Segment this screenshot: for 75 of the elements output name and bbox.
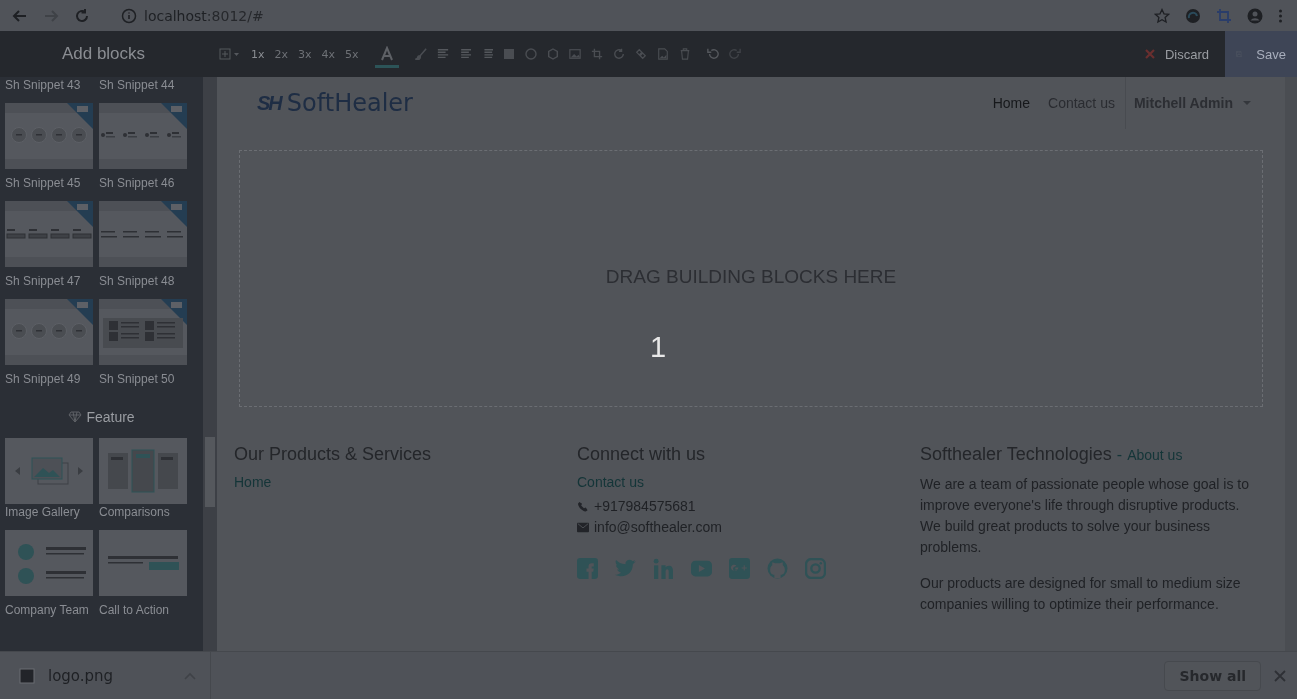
snippet-label: Image Gallery: [5, 505, 81, 519]
separator: -: [1116, 446, 1123, 464]
redo-icon[interactable]: [728, 48, 741, 60]
feature-thumbnail[interactable]: [5, 530, 93, 596]
grid-dropdown-icon[interactable]: [219, 48, 241, 60]
snippet-thumbnail[interactable]: [99, 103, 187, 169]
google-plus-icon[interactable]: [729, 558, 750, 579]
snippet-thumbnail[interactable]: [5, 201, 93, 267]
snippet-label: Sh Snippet 50: [99, 372, 176, 386]
extension-icon[interactable]: [1185, 7, 1201, 24]
close-icon[interactable]: [1274, 669, 1286, 682]
info-icon[interactable]: [121, 7, 137, 24]
envelope-icon: [577, 522, 589, 533]
snippet-label: Company Team: [5, 603, 90, 617]
size-button[interactable]: 2x: [274, 47, 289, 61]
instagram-icon[interactable]: [805, 558, 826, 579]
scrollbar[interactable]: [203, 77, 217, 651]
save-button[interactable]: Save: [1225, 31, 1297, 77]
phone-icon: [577, 501, 589, 512]
snippet-label: Sh Snippet 48: [99, 274, 176, 288]
footer-link[interactable]: Home: [234, 474, 577, 490]
account-icon[interactable]: [1247, 7, 1263, 24]
size-button[interactable]: 3x: [298, 47, 312, 61]
snippet-thumbnail[interactable]: [99, 201, 187, 267]
overlay-number: 1: [650, 331, 667, 364]
snippet-label: Sh Snippet 44: [99, 78, 176, 92]
feature-thumbnail[interactable]: [99, 530, 187, 596]
snippet-thumbnail[interactable]: [5, 103, 93, 169]
feature-thumbnail[interactable]: [5, 438, 93, 504]
feature-thumbnail[interactable]: [99, 438, 187, 504]
image-icon[interactable]: [656, 48, 669, 60]
footer-link[interactable]: About us: [1127, 447, 1183, 463]
linkedin-icon[interactable]: [653, 558, 674, 579]
undo-icon[interactable]: [706, 48, 719, 60]
snippet-thumbnail[interactable]: [5, 299, 93, 365]
snippet-label: Comparisons: [99, 505, 171, 519]
size-button[interactable]: 4x: [321, 47, 336, 61]
size-button[interactable]: 1x: [251, 47, 265, 61]
youtube-icon[interactable]: [691, 558, 712, 579]
menu-icon[interactable]: [1278, 7, 1283, 24]
brush-icon[interactable]: [414, 48, 427, 60]
diamond-icon: [68, 411, 83, 423]
back-icon[interactable]: [12, 7, 28, 24]
link-icon[interactable]: [634, 48, 647, 60]
align-icon[interactable]: [458, 48, 471, 60]
snippet-label: Sh Snippet 43: [5, 78, 82, 92]
shape-icon[interactable]: [546, 48, 559, 60]
snippet-label: Sh Snippet 47: [5, 274, 82, 288]
circle-icon[interactable]: [524, 48, 537, 60]
file-icon: [19, 667, 35, 684]
section-heading: Feature: [5, 406, 198, 428]
twitter-icon[interactable]: [615, 558, 636, 579]
snippet-thumbnail[interactable]: [99, 299, 187, 365]
trash-icon[interactable]: [678, 48, 691, 60]
snippet-label: Call to Action: [99, 603, 171, 617]
star-icon[interactable]: [1154, 7, 1170, 24]
panel-title: Add blocks: [60, 44, 147, 64]
text-color-icon[interactable]: [374, 46, 399, 68]
close-icon: [1144, 49, 1155, 59]
crop-icon[interactable]: [590, 48, 603, 60]
footer-link[interactable]: Contact us: [577, 474, 920, 490]
align-icon[interactable]: [436, 48, 449, 60]
snippet-label: Sh Snippet 49: [5, 372, 82, 386]
nav-link[interactable]: Home: [992, 95, 1030, 111]
github-icon[interactable]: [767, 558, 788, 579]
image-icon[interactable]: [568, 48, 581, 60]
refresh-icon[interactable]: [612, 48, 625, 60]
square-icon[interactable]: [502, 48, 515, 60]
crop-icon[interactable]: [1216, 7, 1232, 24]
snippet-label: Sh Snippet 45: [5, 176, 82, 190]
reload-icon[interactable]: [74, 7, 90, 24]
facebook-icon[interactable]: [577, 558, 598, 579]
snippet-label: Sh Snippet 46: [99, 176, 176, 190]
discard-button[interactable]: Discard: [1128, 31, 1225, 77]
size-button[interactable]: 5x: [345, 47, 359, 61]
